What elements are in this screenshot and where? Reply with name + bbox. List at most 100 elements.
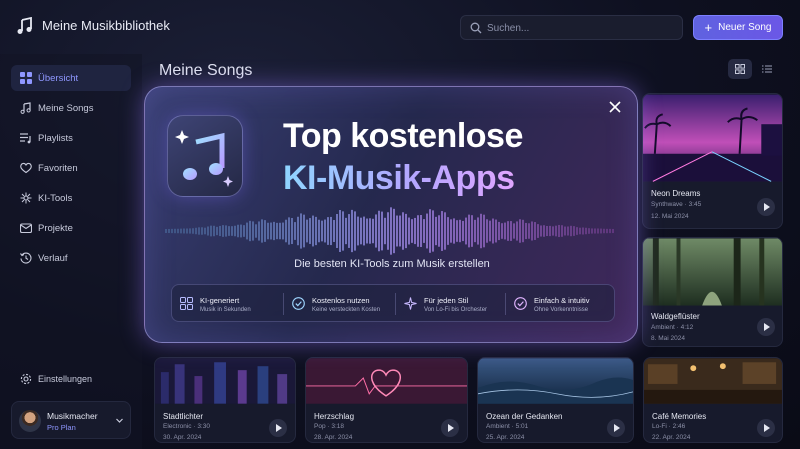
page-title: Meine Songs — [159, 62, 253, 79]
music-note-icon — [20, 102, 31, 114]
song-title: Herzschlag — [314, 412, 355, 421]
sidebar: Übersicht Meine Songs Playlists Favorite… — [0, 54, 142, 449]
sidebar-item-overview[interactable]: Übersicht — [11, 65, 131, 91]
play-button[interactable] — [607, 419, 625, 437]
song-meta: Electronic · 3:30 — [163, 423, 210, 430]
song-card[interactable]: Waldgeflüster Ambient · 4:12 8. Mai 2024 — [642, 237, 783, 347]
feature-item: Für jeden Stil Von Lo-Fi bis Orchester — [396, 285, 505, 323]
search-bar[interactable] — [460, 15, 683, 40]
sidebar-item-label: Meine Songs — [38, 103, 94, 114]
sidebar-item-label: Verlauf — [38, 253, 68, 264]
heart-icon — [20, 162, 32, 174]
song-cover-image — [643, 94, 782, 182]
sidebar-item-my-songs[interactable]: Meine Songs — [11, 95, 131, 121]
feature-subtitle: Musik in Sekunden — [200, 307, 251, 313]
feature-subtitle: Ohne Vorkenntnisse — [534, 307, 589, 313]
search-icon — [470, 22, 482, 34]
user-menu[interactable]: Musikmacher Pro Plan — [11, 401, 131, 439]
search-input[interactable] — [487, 20, 672, 36]
top-bar: Meine Musikbibliothek + Neuer Song — [0, 0, 800, 54]
song-meta: Pop · 3:18 — [314, 423, 344, 430]
ai-tools-icon — [20, 192, 32, 204]
play-button[interactable] — [757, 198, 775, 216]
modal-title-line2: KI-Musik-Apps — [283, 159, 515, 197]
song-date: 28. Apr. 2024 — [314, 434, 353, 441]
ai-grid-icon — [180, 297, 193, 310]
song-cover-image — [306, 358, 467, 404]
grid-view-button[interactable] — [728, 59, 752, 79]
song-card[interactable]: Herzschlag Pop · 3:18 28. Apr. 2024 — [305, 357, 468, 443]
song-title: Ozean der Gedanken — [486, 412, 563, 421]
folder-icon — [20, 223, 32, 234]
song-title: Neon Dreams — [651, 189, 701, 198]
settings-link[interactable]: Einstellungen — [11, 366, 131, 392]
grid-view-icon — [735, 64, 745, 74]
song-cover-image — [155, 358, 295, 404]
check-circle-icon — [514, 297, 527, 310]
settings-label: Einstellungen — [38, 374, 93, 384]
chevron-down-icon[interactable] — [115, 416, 124, 425]
sidebar-item-label: Favoriten — [38, 163, 78, 174]
app-title: Meine Musikbibliothek — [42, 18, 170, 33]
song-cover-image — [644, 358, 782, 404]
song-date: 12. Mai 2024 — [651, 213, 689, 220]
song-card[interactable]: Neon Dreams Synthwave · 3:45 12. Mai 202… — [642, 93, 783, 229]
new-song-button[interactable]: + Neuer Song — [693, 15, 783, 40]
music-app-icon — [167, 115, 243, 197]
play-button[interactable] — [757, 318, 775, 336]
music-note-icon — [175, 130, 233, 187]
sidebar-item-label: Projekte — [38, 223, 73, 234]
feature-subtitle: Von Lo-Fi bis Orchester — [424, 307, 488, 313]
sidebar-item-history[interactable]: Verlauf — [11, 245, 131, 271]
feature-title: Einfach & intuitiv — [534, 296, 590, 305]
gear-icon — [20, 373, 32, 385]
modal-subtitle: Die besten KI-Tools zum Musik erstellen — [294, 258, 490, 270]
feature-item: Kostenlos nutzen Keine versteckten Koste… — [284, 285, 395, 323]
list-view-icon — [762, 65, 772, 73]
promo-modal: Top kostenlose KI-Musik-Apps Die besten … — [144, 86, 638, 343]
dashboard-grid-icon — [20, 72, 32, 84]
user-name: Musikmacher — [47, 411, 98, 421]
sidebar-item-ai-tools[interactable]: KI-Tools — [11, 185, 131, 211]
song-cover-image — [478, 358, 633, 404]
new-song-label: Neuer Song — [718, 22, 772, 33]
play-button[interactable] — [269, 419, 287, 437]
song-date: 25. Apr. 2024 — [486, 434, 525, 441]
modal-title-line1: Top kostenlose — [283, 117, 523, 155]
sidebar-item-projects[interactable]: Projekte — [11, 215, 131, 241]
avatar — [19, 410, 41, 432]
song-date: 8. Mai 2024 — [651, 335, 685, 342]
feature-title: KI-generiert — [200, 296, 240, 305]
feature-item: Einfach & intuitiv Ohne Vorkenntnisse — [506, 285, 616, 323]
song-card[interactable]: Café Memories Lo-Fi · 2:46 22. Apr. 2024 — [643, 357, 783, 443]
feature-title: Für jeden Stil — [424, 296, 469, 305]
music-note-logo-icon — [17, 17, 32, 34]
song-card[interactable]: Ozean der Gedanken Ambient · 5:01 25. Ap… — [477, 357, 634, 443]
song-date: 30. Apr. 2024 — [163, 434, 202, 441]
sidebar-item-label: Übersicht — [38, 73, 79, 84]
song-cover-image — [643, 238, 782, 306]
history-icon — [20, 252, 32, 264]
plus-icon: + — [704, 19, 713, 35]
song-meta: Ambient · 4:12 — [651, 324, 694, 331]
song-date: 22. Apr. 2024 — [652, 434, 691, 441]
feature-subtitle: Keine versteckten Kosten — [312, 307, 381, 313]
sidebar-item-label: Playlists — [38, 133, 73, 144]
song-meta: Ambient · 5:01 — [486, 423, 529, 430]
sidebar-item-playlists[interactable]: Playlists — [11, 125, 131, 151]
sidebar-item-favorites[interactable]: Favoriten — [11, 155, 131, 181]
feature-item: KI-generiert Musik in Sekunden — [172, 285, 283, 323]
sparkle-icon — [404, 297, 417, 310]
song-title: Waldgeflüster — [651, 312, 700, 321]
check-shield-icon — [292, 297, 305, 310]
playlist-icon — [20, 133, 31, 144]
sidebar-item-label: KI-Tools — [38, 193, 73, 204]
feature-title: Kostenlos nutzen — [312, 296, 370, 305]
play-button[interactable] — [757, 419, 775, 437]
close-icon[interactable] — [607, 99, 623, 115]
sound-wave-graphic — [165, 207, 614, 255]
song-meta: Lo-Fi · 2:46 — [652, 423, 686, 430]
list-view-button[interactable] — [755, 59, 779, 79]
play-button[interactable] — [441, 419, 459, 437]
song-card[interactable]: Stadtlichter Electronic · 3:30 30. Apr. … — [154, 357, 296, 443]
